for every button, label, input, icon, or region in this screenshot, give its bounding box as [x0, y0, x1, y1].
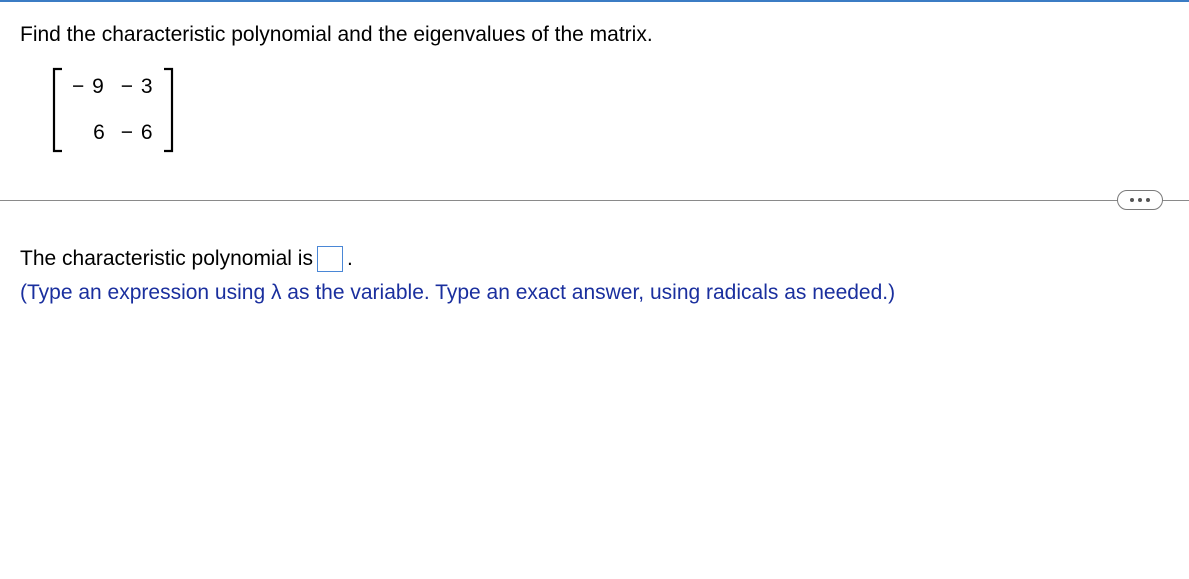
more-options-button[interactable]: [1117, 190, 1163, 210]
answer-period: .: [347, 242, 353, 276]
ellipsis-icon: [1146, 198, 1150, 202]
question-prompt: Find the characteristic polynomial and t…: [20, 20, 1169, 49]
right-bracket-icon: [162, 67, 176, 153]
answer-sentence: The characteristic polynomial is .: [20, 242, 1169, 276]
ellipsis-icon: [1138, 198, 1142, 202]
section-divider: [0, 188, 1189, 212]
matrix-cell: − 9: [72, 75, 105, 99]
divider-line: [0, 200, 1189, 201]
answer-lead-text: The characteristic polynomial is: [20, 242, 313, 276]
question-block: Find the characteristic polynomial and t…: [0, 2, 1189, 178]
matrix-cell: − 6: [121, 121, 154, 145]
matrix-cell: 6: [72, 121, 105, 145]
matrix: − 9 − 3 6 − 6: [50, 67, 176, 153]
matrix-cells: − 9 − 3 6 − 6: [64, 67, 162, 153]
left-bracket-icon: [50, 67, 64, 153]
ellipsis-icon: [1130, 198, 1134, 202]
characteristic-polynomial-input[interactable]: [317, 246, 343, 272]
matrix-cell: − 3: [121, 75, 154, 99]
answer-block: The characteristic polynomial is . (Type…: [0, 242, 1189, 309]
answer-instruction: (Type an expression using λ as the varia…: [20, 276, 1169, 310]
